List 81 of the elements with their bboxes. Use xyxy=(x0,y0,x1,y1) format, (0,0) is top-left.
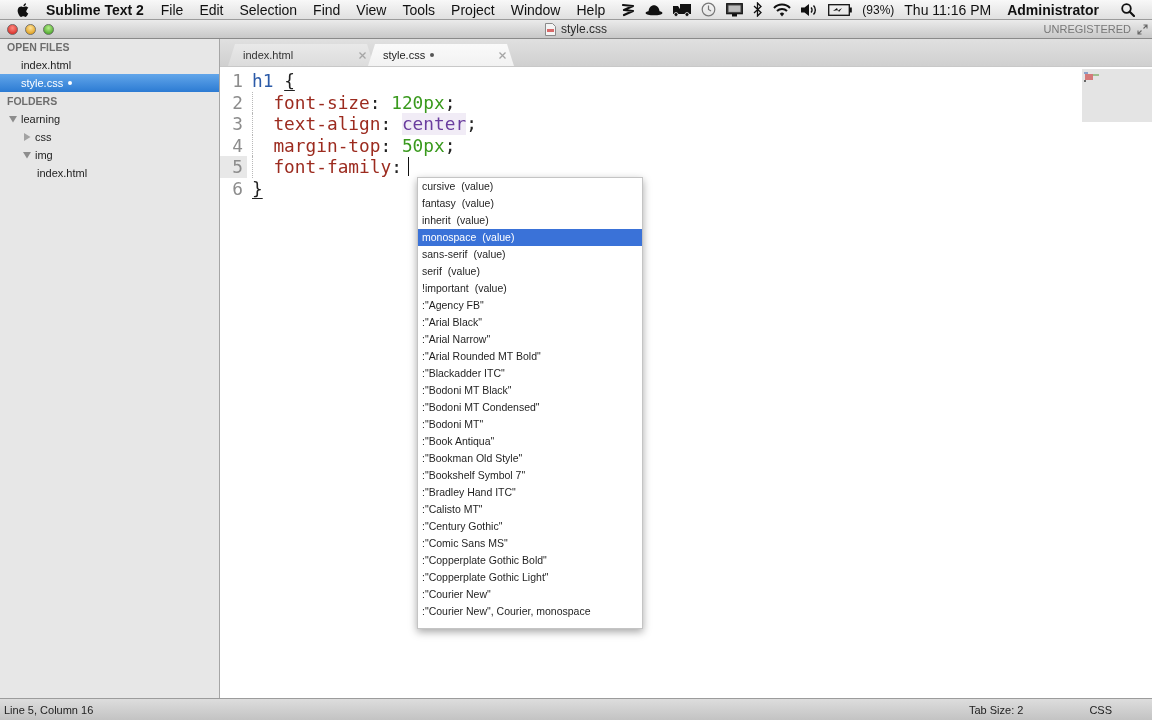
user-menu[interactable]: Administrator xyxy=(1007,1,1099,18)
apple-icon[interactable] xyxy=(17,1,30,18)
section-header: OPEN FILES xyxy=(6,40,71,55)
autocomplete-item[interactable]: :"Century Gothic" xyxy=(418,518,642,535)
folder-item[interactable]: css xyxy=(0,128,219,146)
code-line: font-family: xyxy=(273,156,402,178)
tab-size[interactable]: Tab Size: 2 xyxy=(968,703,1024,716)
autocomplete-item[interactable]: :"Bodoni MT" xyxy=(418,416,642,433)
autocomplete-item[interactable]: fantasy (value) xyxy=(418,195,642,212)
hat-icon[interactable] xyxy=(645,3,664,16)
section-header: FOLDERS xyxy=(6,94,59,109)
menu-item[interactable]: Edit xyxy=(199,1,224,18)
autocomplete-item[interactable]: :"Copperplate Gothic Light" xyxy=(418,569,642,586)
autocomplete-item[interactable]: :"Courier New" xyxy=(418,586,642,603)
line-number: 5 xyxy=(220,156,247,178)
autocomplete-item[interactable]: monospace (value) xyxy=(418,229,642,246)
code-line: font-size: 120px; xyxy=(273,91,456,113)
autocomplete-item[interactable]: :"Comic Sans MS" xyxy=(418,535,642,552)
line-number: 3 xyxy=(231,113,244,135)
open-file-item[interactable]: index.html xyxy=(0,56,219,74)
code-line: margin-top: 50px; xyxy=(273,134,456,156)
autocomplete-item[interactable]: !important (value) xyxy=(418,280,642,297)
wifi-icon[interactable] xyxy=(773,2,792,17)
autocomplete-item[interactable]: sans-serif (value) xyxy=(418,246,642,263)
truck-icon[interactable] xyxy=(673,2,692,17)
autocomplete-item[interactable]: :"Bodoni MT Black" xyxy=(418,382,642,399)
menu-item[interactable]: File xyxy=(160,1,184,18)
search-icon[interactable] xyxy=(1121,2,1135,17)
autocomplete-item[interactable]: :"Bookman Old Style" xyxy=(418,450,642,467)
line-number: 6 xyxy=(231,177,244,199)
folder-item[interactable]: img xyxy=(0,146,219,164)
battery-icon[interactable] xyxy=(828,3,853,16)
code-line: text-align: center; xyxy=(273,113,477,135)
autocomplete-item[interactable]: :"Agency FB" xyxy=(418,297,642,314)
triangle-icon[interactable] xyxy=(23,151,31,159)
file-tab[interactable]: style.css xyxy=(368,44,514,66)
monitor-icon[interactable] xyxy=(726,2,744,17)
menu-item[interactable]: Selection xyxy=(239,1,298,18)
menu-item[interactable]: Find xyxy=(313,1,341,18)
line-number: 2 xyxy=(231,91,244,113)
autocomplete-item[interactable]: serif (value) xyxy=(418,263,642,280)
autocomplete-item[interactable]: :"Arial Rounded MT Bold" xyxy=(418,348,642,365)
autocomplete-item[interactable]: inherit (value) xyxy=(418,212,642,229)
autocomplete-item[interactable]: :"Bodoni MT Condensed" xyxy=(418,399,642,416)
zigzag-icon[interactable] xyxy=(621,2,636,17)
cursor-position: Line 5, Column 16 xyxy=(4,703,94,716)
window-title: style.css xyxy=(561,22,607,36)
close-icon[interactable] xyxy=(7,23,18,35)
triangle-icon[interactable] xyxy=(9,115,17,123)
tree-document-item[interactable]: index.html xyxy=(0,164,219,182)
menu-item[interactable]: Project xyxy=(451,1,495,18)
autocomplete-item[interactable]: :"Bookshelf Symbol 7" xyxy=(418,467,642,484)
clock-icon[interactable] xyxy=(701,2,717,17)
code-line: } xyxy=(251,177,263,199)
zoom-icon[interactable] xyxy=(43,23,54,35)
folder-item[interactable]: learning xyxy=(0,110,219,128)
line-number: 1 xyxy=(231,70,244,92)
minimize-icon[interactable] xyxy=(25,23,36,35)
code-line: h1 { xyxy=(251,70,295,92)
autocomplete-item[interactable]: cursive (value) xyxy=(418,178,642,195)
menu-item[interactable]: View xyxy=(356,1,387,18)
app-menu[interactable]: Sublime Text 2 xyxy=(46,1,144,18)
autocomplete-item[interactable]: :"Calisto MT" xyxy=(418,501,642,518)
autocomplete-item[interactable]: :"Bradley Hand ITC" xyxy=(418,484,642,501)
fullscreen-icon[interactable] xyxy=(1137,23,1148,35)
license-status: UNREGISTERED xyxy=(1043,23,1131,35)
menu-clock[interactable]: Thu 11:16 PM xyxy=(904,1,992,18)
menu-item[interactable]: Window xyxy=(510,1,561,18)
syntax-name[interactable]: CSS xyxy=(1089,703,1112,716)
battery-percent: (93%) xyxy=(862,2,895,17)
autocomplete-item[interactable]: :"Arial Black" xyxy=(418,314,642,331)
autocomplete-item[interactable]: :"Courier New", Courier, monospace xyxy=(418,603,642,620)
menu-item[interactable]: Tools xyxy=(402,1,436,18)
speaker-icon[interactable] xyxy=(801,2,819,17)
bluetooth-icon[interactable] xyxy=(753,2,764,17)
autocomplete-item[interactable]: :"Arial Narrow" xyxy=(418,331,642,348)
autocomplete-item[interactable]: :"Blackadder ITC" xyxy=(418,365,642,382)
menu-item[interactable]: Help xyxy=(576,1,606,18)
autocomplete-item[interactable]: :"Book Antiqua" xyxy=(418,433,642,450)
autocomplete-item[interactable]: :"Copperplate Gothic Bold" xyxy=(418,552,642,569)
line-number: 4 xyxy=(231,134,244,156)
